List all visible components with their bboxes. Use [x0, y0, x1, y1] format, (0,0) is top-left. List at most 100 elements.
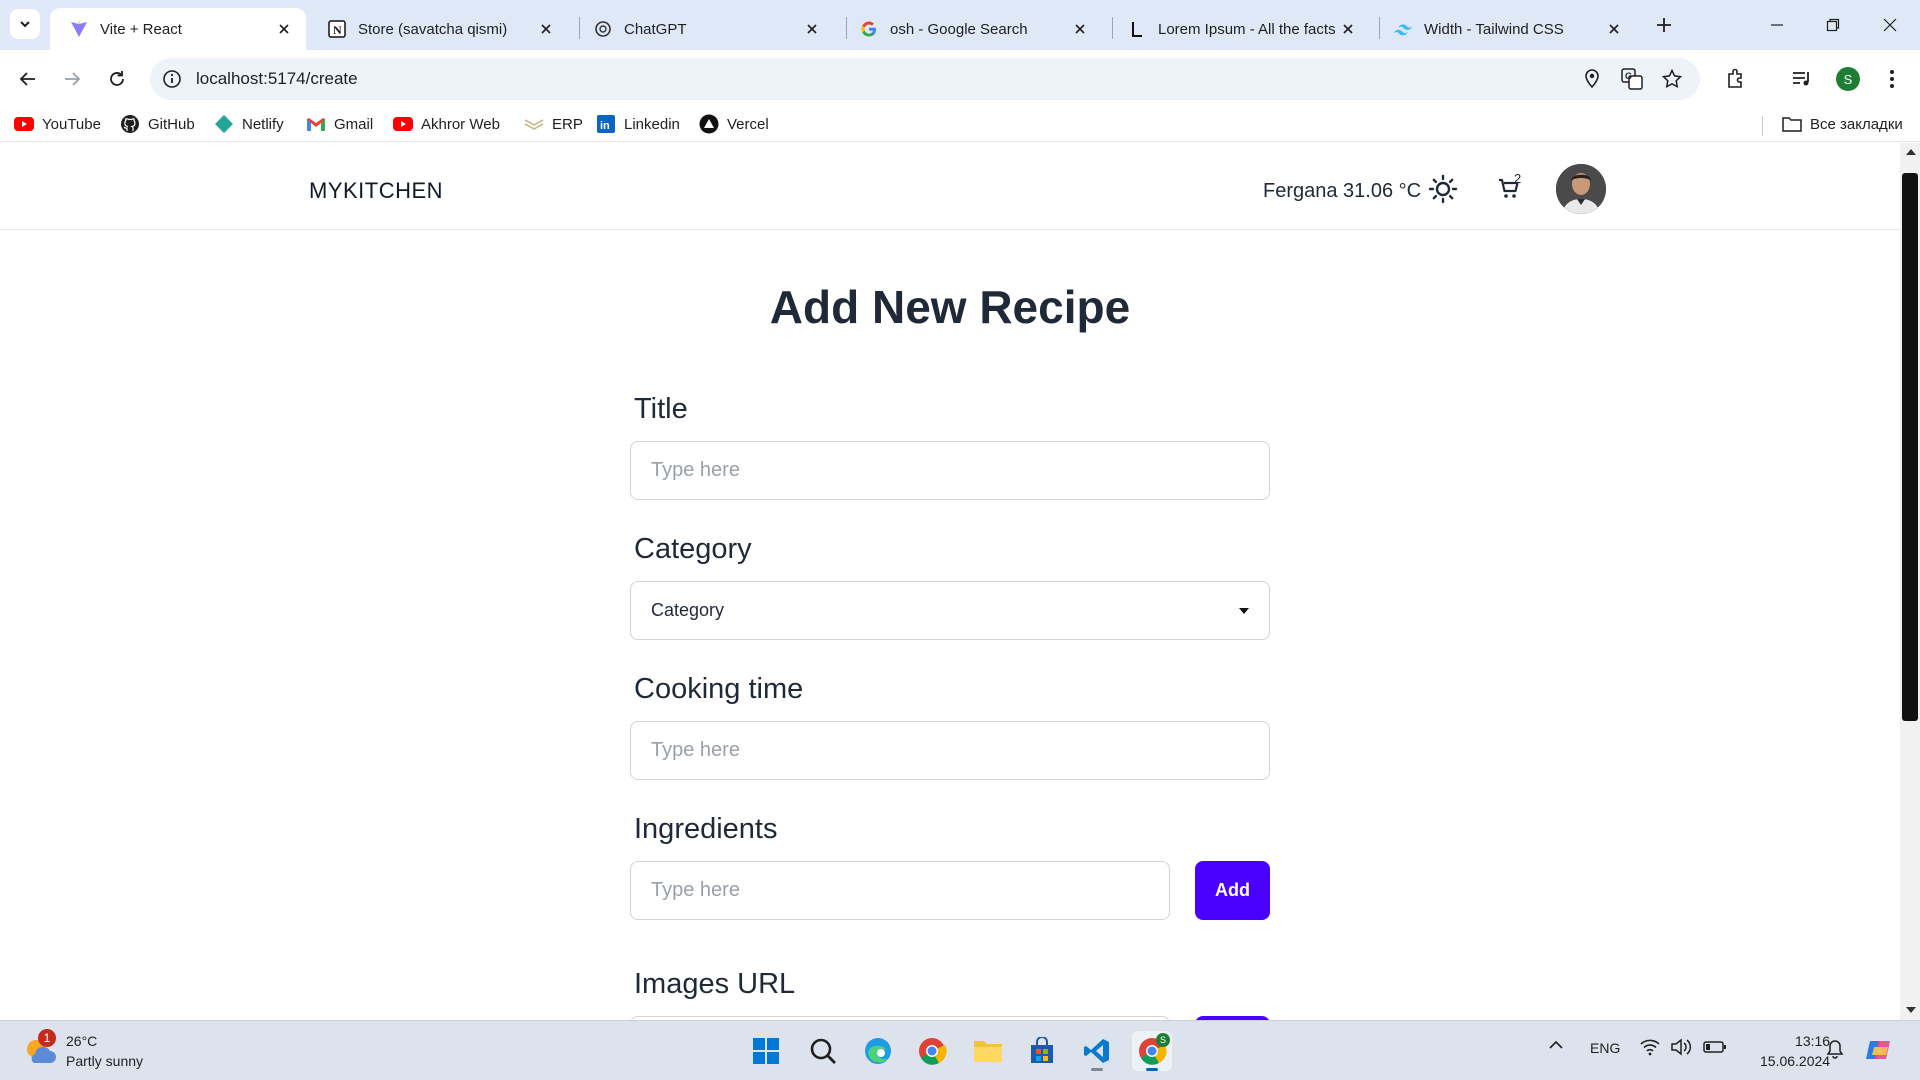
close-tab-icon[interactable]: [802, 19, 822, 39]
bookmark-label: Vercel: [727, 115, 769, 133]
tab-title: osh - Google Search: [890, 20, 1028, 38]
location-icon[interactable]: [1581, 68, 1603, 90]
scroll-up-arrow-icon[interactable]: [1906, 149, 1916, 155]
media-control-icon[interactable]: [1788, 65, 1816, 93]
ingredients-label: Ingredients: [634, 813, 778, 845]
category-select[interactable]: Category: [630, 581, 1270, 640]
bookmark-label: Все закладки: [1810, 115, 1903, 133]
gmail-icon: [306, 114, 326, 134]
chrome-app[interactable]: [912, 1031, 952, 1071]
reload-button[interactable]: [103, 65, 131, 93]
bookmarks-bar: YouTube GitHub Netlify Gmail Akhror Web …: [0, 108, 1920, 142]
close-tab-icon[interactable]: [1070, 19, 1090, 39]
youtube-icon: [393, 114, 413, 134]
microsoft-store-app[interactable]: [1022, 1031, 1062, 1071]
url-text[interactable]: localhost:5174/create: [196, 69, 358, 89]
title-input[interactable]: Type here: [630, 441, 1270, 500]
partly-sunny-icon: 1: [22, 1029, 58, 1069]
address-bar[interactable]: localhost:5174/create G: [150, 58, 1700, 100]
tab-title: Width - Tailwind CSS: [1424, 20, 1564, 38]
bookmark-linkedin[interactable]: in Linkedin: [596, 114, 680, 134]
images-url-label: Images URL: [634, 968, 796, 1000]
tab-vite-react[interactable]: Vite + React: [50, 8, 306, 50]
show-hidden-icons-button[interactable]: [1548, 1037, 1564, 1056]
weather-widget[interactable]: 1 26°C Partly sunny: [22, 1029, 143, 1071]
bookmark-vercel[interactable]: Vercel: [699, 114, 769, 134]
tab-chatgpt[interactable]: ChatGPT: [574, 8, 834, 50]
chrome-profile-app[interactable]: S: [1132, 1031, 1172, 1071]
file-explorer-app[interactable]: [968, 1031, 1008, 1071]
edge-icon: [865, 1038, 891, 1064]
ingredients-placeholder: Type here: [651, 879, 740, 901]
bookmark-github[interactable]: GitHub: [120, 114, 195, 134]
user-avatar[interactable]: [1556, 164, 1606, 214]
profile-badge: S: [1156, 1033, 1170, 1047]
search-button[interactable]: [803, 1031, 843, 1071]
site-info-icon[interactable]: [162, 69, 182, 89]
more-menu-icon[interactable]: [1878, 65, 1906, 93]
tab-lorem-ipsum[interactable]: Lorem Ipsum - All the facts: [1108, 8, 1370, 50]
app-logo[interactable]: MYKITCHEN: [309, 178, 443, 204]
bookmark-label: Linkedin: [624, 115, 680, 133]
bookmark-star-icon[interactable]: [1661, 68, 1683, 90]
tab-google-search[interactable]: osh - Google Search: [840, 8, 1102, 50]
tab-title: Vite + React: [100, 20, 182, 38]
tab-search-button[interactable]: [10, 9, 40, 39]
svg-text:G: G: [1625, 71, 1632, 81]
theme-toggle-button[interactable]: [1427, 173, 1459, 205]
bookmark-gmail[interactable]: Gmail: [306, 114, 373, 134]
close-window-button[interactable]: [1875, 10, 1905, 40]
cart-count-badge: 2: [1514, 171, 1522, 186]
volume-icon[interactable]: [1670, 1038, 1692, 1059]
minimize-button[interactable]: [1762, 10, 1792, 40]
translate-icon[interactable]: G: [1621, 68, 1643, 90]
copilot-icon[interactable]: [1864, 1035, 1894, 1068]
tab-title: Store (savatcha qismi): [358, 20, 508, 38]
clock-time: 13:16: [1795, 1033, 1831, 1049]
extensions-icon[interactable]: [1722, 65, 1750, 93]
profile-avatar[interactable]: S: [1836, 67, 1860, 91]
restore-button[interactable]: [1818, 10, 1848, 40]
back-button[interactable]: [14, 65, 42, 93]
close-tab-icon[interactable]: [1604, 19, 1624, 39]
bookmark-label: Netlify: [242, 115, 284, 133]
close-tab-icon[interactable]: [1338, 19, 1358, 39]
wifi-icon[interactable]: [1640, 1038, 1660, 1059]
all-bookmarks-folder[interactable]: Все закладки: [1782, 114, 1903, 134]
openai-icon: [594, 20, 612, 38]
scroll-thumb[interactable]: [1902, 173, 1918, 721]
edge-app[interactable]: [858, 1031, 898, 1071]
ingredients-input[interactable]: Type here: [630, 861, 1170, 920]
chevron-up-icon: [1549, 1040, 1563, 1049]
bookmark-netlify[interactable]: Netlify: [214, 114, 284, 134]
vercel-icon: [699, 114, 719, 134]
cooking-time-input[interactable]: Type here: [630, 721, 1270, 780]
close-tab-icon[interactable]: [274, 19, 294, 39]
browser-tab-strip: Vite + React N Store (savatcha qismi) Ch…: [0, 0, 1920, 50]
close-tab-icon[interactable]: [536, 19, 556, 39]
new-tab-button[interactable]: [1650, 11, 1678, 39]
scroll-down-arrow-icon[interactable]: [1906, 1007, 1916, 1013]
add-ingredient-button[interactable]: Add: [1195, 861, 1270, 920]
active-indicator: [1146, 1068, 1158, 1071]
bookmark-youtube[interactable]: YouTube: [14, 114, 101, 134]
battery-icon[interactable]: [1703, 1039, 1727, 1058]
page-scrollbar[interactable]: [1900, 143, 1920, 1020]
language-indicator[interactable]: ENG: [1590, 1040, 1620, 1056]
tailwind-icon: [1394, 20, 1412, 38]
bookmark-label: Gmail: [334, 115, 374, 133]
forward-button[interactable]: [58, 65, 86, 93]
store-icon: [1031, 1037, 1053, 1063]
notification-bell-icon[interactable]: [1826, 1039, 1844, 1062]
folder-icon: [974, 1041, 1002, 1062]
start-button[interactable]: [746, 1031, 786, 1071]
notification-badge: 1: [38, 1029, 56, 1047]
tab-store[interactable]: N Store (savatcha qismi): [308, 8, 568, 50]
bookmark-erp[interactable]: ERP: [524, 114, 583, 134]
bookmark-akhror-web[interactable]: Akhror Web: [393, 114, 500, 134]
system-clock[interactable]: 13:16 15.06.2024: [1760, 1031, 1830, 1071]
lorem-ipsum-icon: [1128, 20, 1146, 38]
vscode-app[interactable]: [1077, 1031, 1117, 1071]
chevron-down-icon: [20, 21, 30, 28]
tab-tailwind[interactable]: Width - Tailwind CSS: [1374, 8, 1636, 50]
